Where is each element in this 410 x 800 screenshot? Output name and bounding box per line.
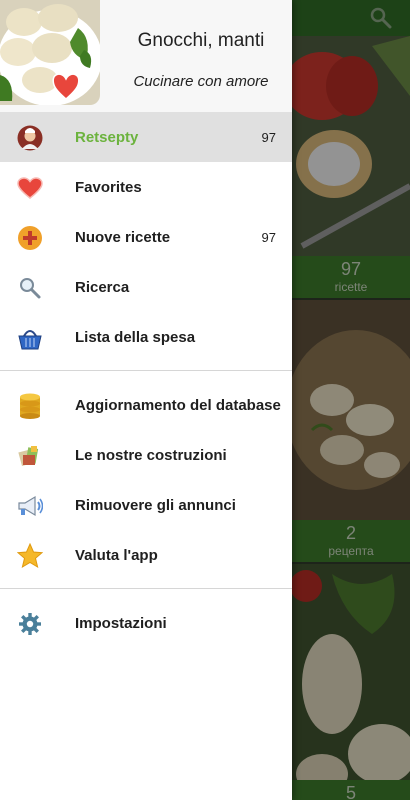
recipe-count-badge: 97	[261, 129, 276, 145]
menu-item-label: Impostazioni	[75, 614, 167, 632]
drawer-menu-secondary: Aggiornamento del database Le nostre cos…	[0, 380, 292, 580]
menu-item-database-update[interactable]: Aggiornamento del database	[0, 380, 292, 430]
add-plus-icon	[17, 225, 43, 251]
menu-item-label: Ricerca	[75, 278, 130, 296]
menu-item-label: Le nostre costruzioni	[75, 446, 227, 464]
menu-item-label: Retsepty	[75, 128, 139, 146]
menu-item-shopping-list[interactable]: Lista della spesa	[0, 312, 292, 362]
menu-item-label: Valuta l'app	[75, 546, 158, 564]
app-title: Gnocchi, manti	[137, 30, 265, 51]
drawer-header: Gnocchi, manti Cucinare con amore	[0, 0, 292, 112]
shopping-basket-icon	[17, 325, 43, 351]
menu-item-settings[interactable]: Impostazioni	[0, 598, 292, 648]
menu-divider	[0, 588, 292, 589]
menu-item-rate-app[interactable]: Valuta l'app	[0, 530, 292, 580]
star-icon	[17, 543, 43, 569]
menu-item-label: Lista della spesa	[75, 328, 196, 346]
menu-item-label: Rimuovere gli annunci	[75, 496, 236, 514]
menu-item-our-apps[interactable]: Le nostre costruzioni	[0, 430, 292, 480]
database-icon	[17, 393, 43, 419]
gear-icon	[17, 611, 43, 637]
new-recipes-badge: 97	[261, 229, 276, 245]
menu-item-label: Aggiornamento del database	[75, 396, 281, 414]
menu-item-remove-ads[interactable]: Rimuovere gli annunci	[0, 480, 292, 530]
heart-icon	[17, 175, 43, 201]
menu-item-search[interactable]: Ricerca	[0, 262, 292, 312]
drawer-menu-settings: Impostazioni	[0, 598, 292, 648]
dumplings-photo	[0, 0, 100, 105]
navigation-drawer: Gnocchi, manti Cucinare con amore Retsep…	[0, 0, 292, 800]
chef-avatar-icon	[17, 125, 43, 151]
megaphone-icon	[17, 493, 43, 519]
search-icon	[17, 275, 43, 301]
menu-item-new-recipes[interactable]: Nuove ricette 97	[0, 212, 292, 262]
menu-item-favorites[interactable]: Favorites	[0, 162, 292, 212]
drawer-menu-primary: Retsepty 97 Favorites Nuove ricette 97 R…	[0, 112, 292, 362]
apps-icon	[17, 443, 43, 469]
menu-item-label: Nuove ricette	[75, 228, 171, 246]
menu-item-recipes[interactable]: Retsepty 97	[0, 112, 292, 162]
menu-item-label: Favorites	[75, 178, 142, 196]
drawer-scrim[interactable]	[292, 0, 410, 800]
app-subtitle: Cucinare con amore	[133, 73, 269, 90]
menu-divider	[0, 370, 292, 371]
